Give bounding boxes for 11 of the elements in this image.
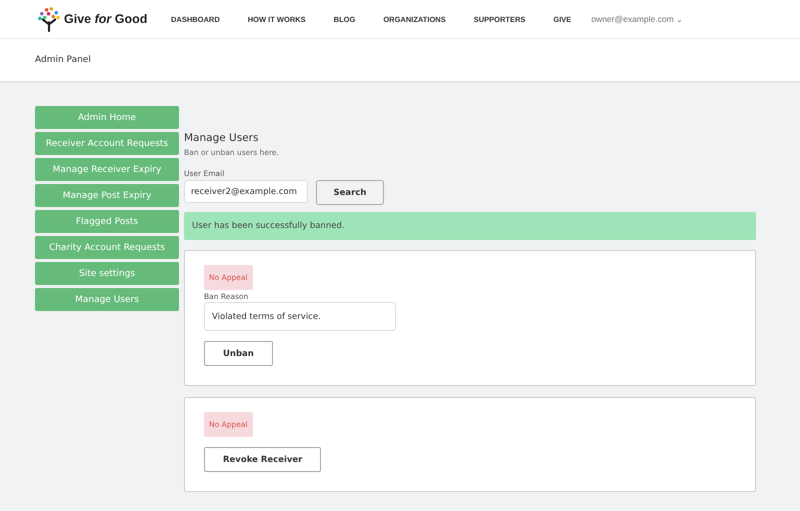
brand-name[interactable]: Give for Good (64, 12, 148, 26)
success-alert: User has been successfully banned. (184, 212, 756, 240)
page-title: Admin Panel (35, 55, 91, 65)
email-field[interactable]: receiver2@example.com (184, 180, 308, 203)
action-button[interactable]: Revoke Receiver (204, 447, 322, 472)
account-menu[interactable]: owner@example.com ⌄ (585, 14, 690, 24)
ban-reason-field[interactable]: Violated terms of service. (204, 302, 396, 331)
section-title: Manage Users (184, 132, 260, 144)
tree-logo-icon (37, 6, 61, 32)
action-button[interactable]: Unban (204, 341, 273, 366)
search-button[interactable]: Search (316, 180, 384, 205)
